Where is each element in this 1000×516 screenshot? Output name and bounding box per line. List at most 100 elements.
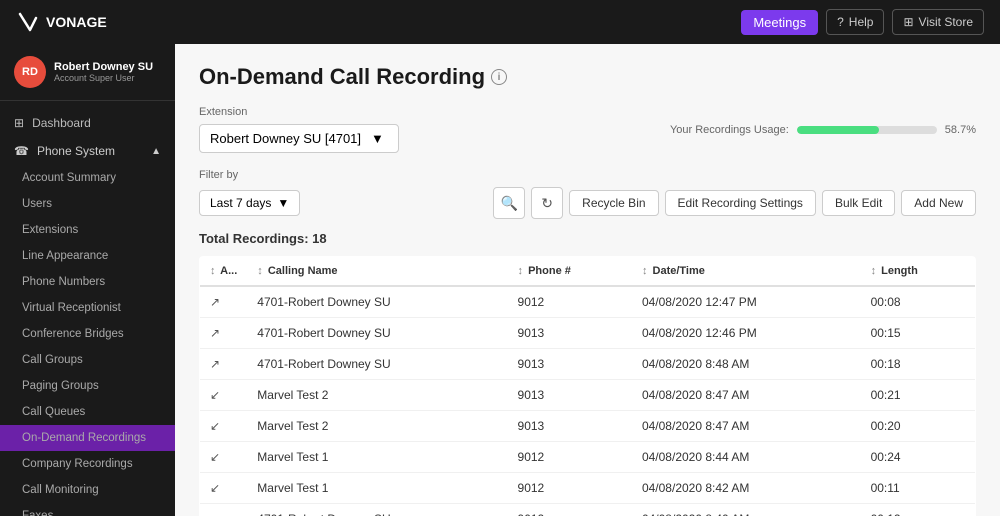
sidebar-item-call-groups[interactable]: Call Groups (0, 347, 175, 373)
meetings-button[interactable]: Meetings (741, 10, 818, 35)
cell-length: 00:24 (861, 442, 976, 473)
cell-arrow: ↙ (200, 473, 248, 504)
cell-phone: 9013 (508, 349, 632, 380)
table-row: ↗ 4701-Robert Downey SU 9012 04/08/2020 … (200, 286, 976, 318)
cell-datetime: 04/08/2020 12:46 PM (632, 318, 861, 349)
sidebar-item-call-monitoring[interactable]: Call Monitoring (0, 477, 175, 503)
recordings-table: ↕ A... ↕ Calling Name ↕ Phone # ↕ Date/T… (199, 256, 976, 516)
user-role: Account Super User (54, 73, 161, 83)
dashboard-icon: ⊞ (14, 116, 24, 130)
help-button[interactable]: ? Help (826, 9, 884, 35)
table-row: ↗ 4701-Robert Downey SU 9012 04/08/2020 … (200, 504, 976, 516)
arrow-up-icon: ↗ (210, 357, 220, 371)
sidebar-item-virtual-receptionist[interactable]: Virtual Receptionist (0, 295, 175, 321)
filter-left: Last 7 days ▼ (199, 190, 300, 216)
cell-arrow: ↗ (200, 504, 248, 516)
sidebar-item-conference-bridges[interactable]: Conference Bridges (0, 321, 175, 347)
arrow-up-icon: ↗ (210, 326, 220, 340)
cell-datetime: 04/08/2020 8:44 AM (632, 442, 861, 473)
cell-calling-name: 4701-Robert Downey SU (247, 349, 507, 380)
filter-select[interactable]: Last 7 days ▼ (199, 190, 300, 216)
cell-arrow: ↗ (200, 349, 248, 380)
cell-arrow: ↙ (200, 442, 248, 473)
sidebar-item-call-queues[interactable]: Call Queues (0, 399, 175, 425)
refresh-button[interactable]: ↻ (531, 187, 563, 219)
phone-icon: ☎ (14, 144, 29, 158)
sidebar-item-phone-system[interactable]: ☎ Phone System ▲ (0, 137, 175, 165)
recycle-bin-button[interactable]: Recycle Bin (569, 190, 658, 216)
extension-label: Extension (199, 106, 399, 118)
cell-length: 00:11 (861, 473, 976, 504)
cell-phone: 9013 (508, 411, 632, 442)
cell-calling-name: 4701-Robert Downey SU (247, 318, 507, 349)
visit-store-button[interactable]: ⊞ Visit Store (892, 9, 984, 35)
extension-section: Extension Robert Downey SU [4701] ▼ (199, 106, 399, 153)
arrow-down-icon: ↙ (210, 419, 220, 433)
cell-datetime: 04/08/2020 8:40 AM (632, 504, 861, 516)
topnav-actions: Meetings ? Help ⊞ Visit Store (741, 9, 984, 35)
cell-calling-name: 4701-Robert Downey SU (247, 504, 507, 516)
extension-row: Extension Robert Downey SU [4701] ▼ Your… (199, 106, 976, 153)
cell-arrow: ↗ (200, 318, 248, 349)
cell-datetime: 04/08/2020 8:47 AM (632, 411, 861, 442)
cell-datetime: 04/08/2020 8:47 AM (632, 380, 861, 411)
arrow-down-icon: ↙ (210, 450, 220, 464)
edit-recording-settings-button[interactable]: Edit Recording Settings (665, 190, 816, 216)
add-new-button[interactable]: Add New (901, 190, 976, 216)
page-title: On-Demand Call Recording i (199, 64, 976, 90)
cell-phone: 9012 (508, 442, 632, 473)
bulk-edit-button[interactable]: Bulk Edit (822, 190, 895, 216)
sidebar-item-company-recordings[interactable]: Company Recordings (0, 451, 175, 477)
search-button[interactable]: 🔍 (493, 187, 525, 219)
cell-arrow: ↙ (200, 380, 248, 411)
col-calling-name[interactable]: ↕ Calling Name (247, 257, 507, 287)
sidebar-item-extensions[interactable]: Extensions (0, 217, 175, 243)
help-icon: ? (837, 15, 844, 29)
cell-length: 00:21 (861, 380, 976, 411)
extension-select[interactable]: Robert Downey SU [4701] ▼ (199, 124, 399, 153)
cell-length: 00:20 (861, 411, 976, 442)
sidebar-item-account-summary[interactable]: Account Summary (0, 165, 175, 191)
arrow-down-icon: ↙ (210, 388, 220, 402)
recordings-usage: Your Recordings Usage: 58.7% (670, 124, 976, 136)
sidebar-item-on-demand-recordings[interactable]: On-Demand Recordings (0, 425, 175, 451)
cell-calling-name: Marvel Test 2 (247, 380, 507, 411)
chevron-up-icon: ▲ (151, 146, 161, 157)
sidebar-item-line-appearance[interactable]: Line Appearance (0, 243, 175, 269)
sidebar-item-phone-numbers[interactable]: Phone Numbers (0, 269, 175, 295)
sidebar-item-faxes[interactable]: Faxes (0, 503, 175, 516)
table-row: ↙ Marvel Test 2 9013 04/08/2020 8:47 AM … (200, 411, 976, 442)
col-phone[interactable]: ↕ Phone # (508, 257, 632, 287)
cell-calling-name: 4701-Robert Downey SU (247, 286, 507, 318)
cell-calling-name: Marvel Test 1 (247, 473, 507, 504)
arrow-down-icon: ↙ (210, 481, 220, 495)
usage-bar-fill (797, 126, 879, 134)
info-icon[interactable]: i (491, 69, 507, 85)
main-content: On-Demand Call Recording i Extension Rob… (175, 44, 1000, 516)
arrow-up-icon: ↗ (210, 295, 220, 309)
user-info: Robert Downey SU Account Super User (54, 61, 161, 83)
arrow-up-icon: ↗ (210, 512, 220, 516)
chevron-down-icon: ▼ (371, 131, 384, 146)
col-arrow[interactable]: ↕ A... (200, 257, 248, 287)
filter-right: 🔍 ↻ Recycle Bin Edit Recording Settings … (493, 187, 976, 219)
sidebar-item-dashboard[interactable]: ⊞ Dashboard (0, 109, 175, 137)
cell-phone: 9012 (508, 286, 632, 318)
top-nav: VONAGE Meetings ? Help ⊞ Visit Store (0, 0, 1000, 44)
table-row: ↙ Marvel Test 1 9012 04/08/2020 8:44 AM … (200, 442, 976, 473)
cell-length: 00:08 (861, 286, 976, 318)
cell-phone: 9012 (508, 473, 632, 504)
user-name: Robert Downey SU (54, 61, 161, 73)
logo: VONAGE (16, 10, 107, 34)
sidebar-item-paging-groups[interactable]: Paging Groups (0, 373, 175, 399)
avatar: RD (14, 56, 46, 88)
main-layout: RD Robert Downey SU Account Super User ⊞… (0, 44, 1000, 516)
cell-phone: 9012 (508, 504, 632, 516)
cell-datetime: 04/08/2020 8:48 AM (632, 349, 861, 380)
col-datetime[interactable]: ↕ Date/Time (632, 257, 861, 287)
cell-length: 00:12 (861, 504, 976, 516)
table-header: ↕ A... ↕ Calling Name ↕ Phone # ↕ Date/T… (200, 257, 976, 287)
cell-arrow: ↙ (200, 411, 248, 442)
sidebar-item-users[interactable]: Users (0, 191, 175, 217)
col-length[interactable]: ↕ Length (861, 257, 976, 287)
